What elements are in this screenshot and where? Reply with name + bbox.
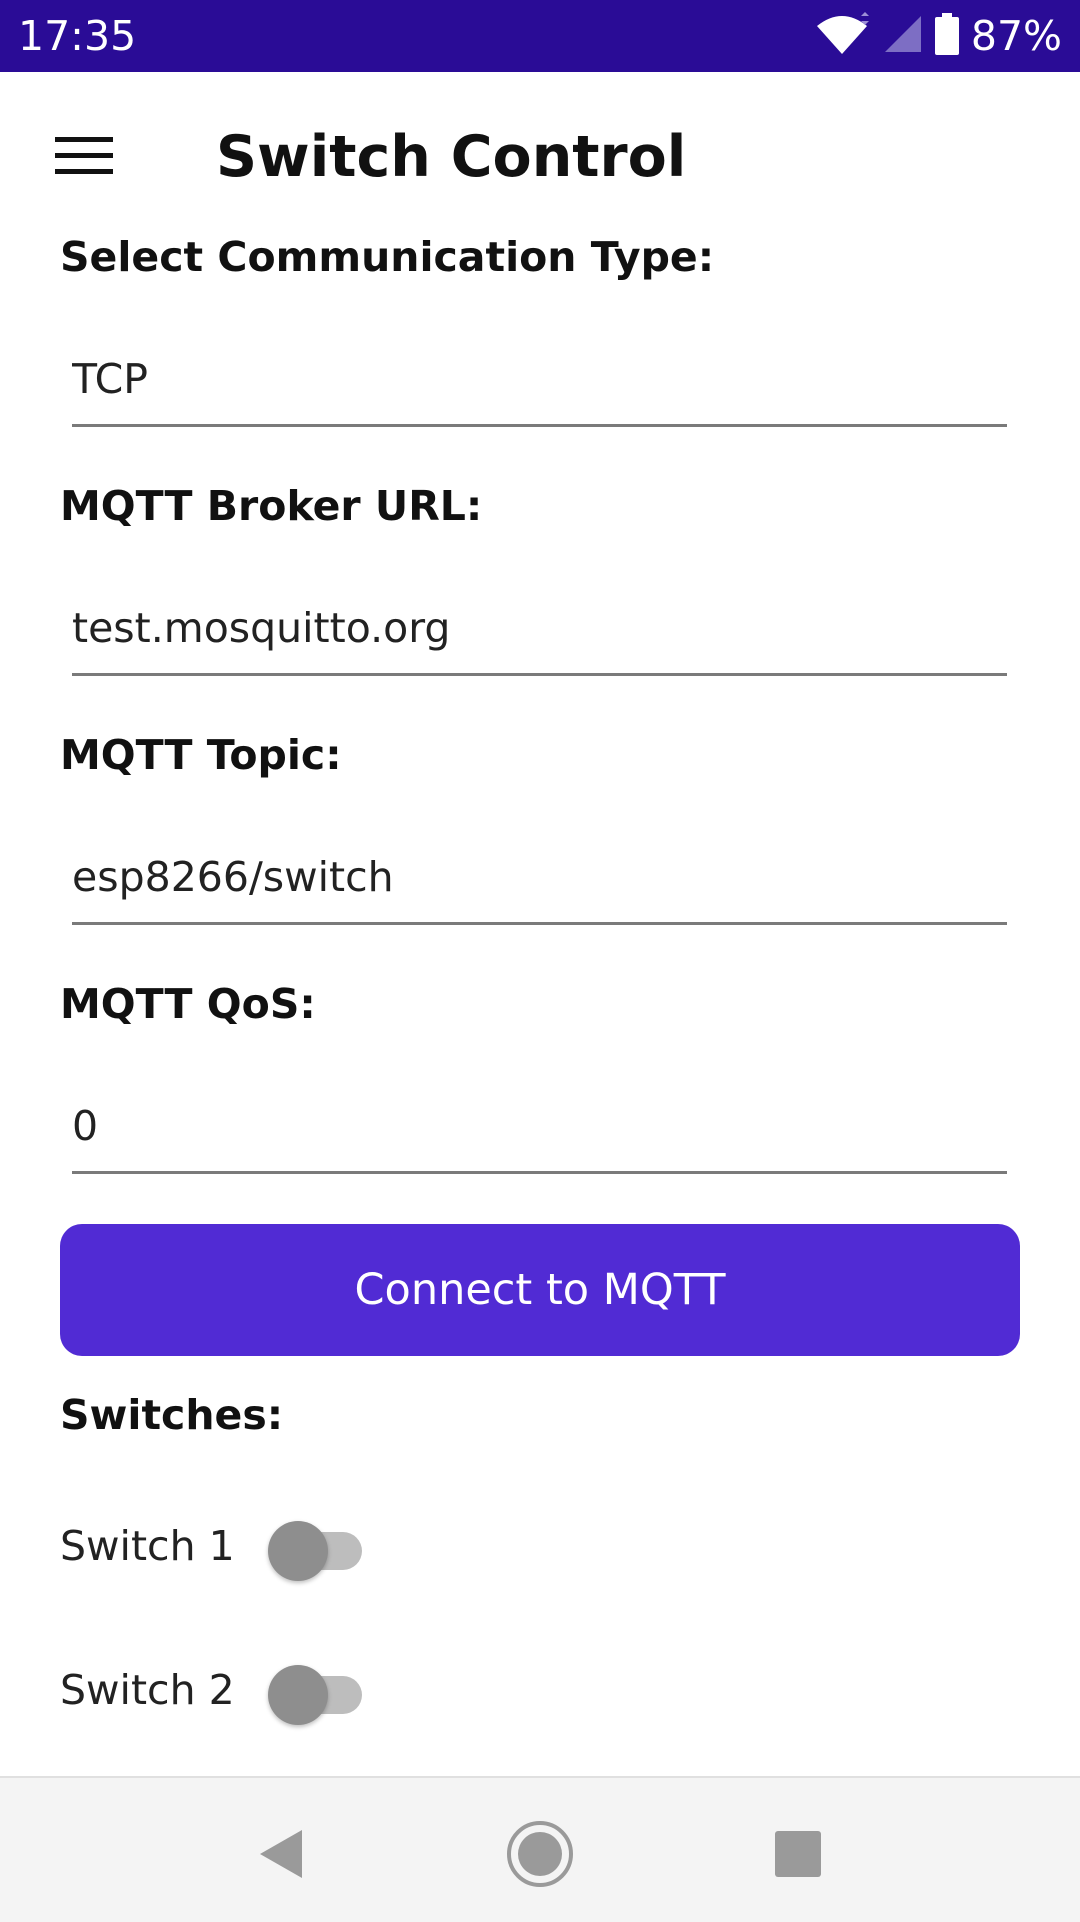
topic-input[interactable] <box>72 832 1007 922</box>
status-bar: 17:35 87% <box>0 0 1080 72</box>
signal-icon <box>883 14 923 58</box>
status-time: 17:35 <box>18 12 137 60</box>
hamburger-menu-icon[interactable] <box>40 120 128 192</box>
communication-type-field[interactable] <box>72 334 1007 427</box>
broker-url-field[interactable] <box>72 583 1007 676</box>
battery-percent: 87% <box>970 12 1062 60</box>
broker-url-input[interactable] <box>72 583 1007 673</box>
home-icon[interactable] <box>500 1814 580 1894</box>
qos-label: MQTT QoS: <box>60 980 316 1028</box>
connect-mqtt-button[interactable]: Connect to MQTT <box>60 1224 1020 1356</box>
switch-1-label: Switch 1 <box>60 1522 235 1570</box>
topic-field[interactable] <box>72 832 1007 925</box>
qos-input[interactable] <box>72 1081 1007 1171</box>
switch-2-label: Switch 2 <box>60 1666 235 1714</box>
wifi-icon <box>813 12 871 60</box>
toggle-thumb <box>268 1665 328 1725</box>
battery-icon <box>934 13 959 59</box>
switch-1-toggle[interactable] <box>268 1516 364 1581</box>
communication-type-input[interactable] <box>72 334 1007 424</box>
recents-icon[interactable] <box>758 1814 838 1894</box>
switch-row-2: Switch 2 <box>60 1650 364 1730</box>
switch-2-toggle[interactable] <box>268 1660 364 1725</box>
switches-heading: Switches: <box>60 1391 284 1439</box>
status-icons: 87% <box>813 12 1062 60</box>
back-icon[interactable] <box>240 1814 320 1894</box>
toggle-thumb <box>268 1521 328 1581</box>
system-nav-bar <box>0 1776 1080 1922</box>
app-bar: Switch Control <box>0 72 1080 242</box>
qos-field[interactable] <box>72 1081 1007 1174</box>
broker-url-label: MQTT Broker URL: <box>60 482 483 530</box>
communication-type-label: Select Communication Type: <box>60 233 715 281</box>
topic-label: MQTT Topic: <box>60 731 342 779</box>
page-title: Switch Control <box>216 124 687 190</box>
switch-row-1: Switch 1 <box>60 1506 364 1586</box>
